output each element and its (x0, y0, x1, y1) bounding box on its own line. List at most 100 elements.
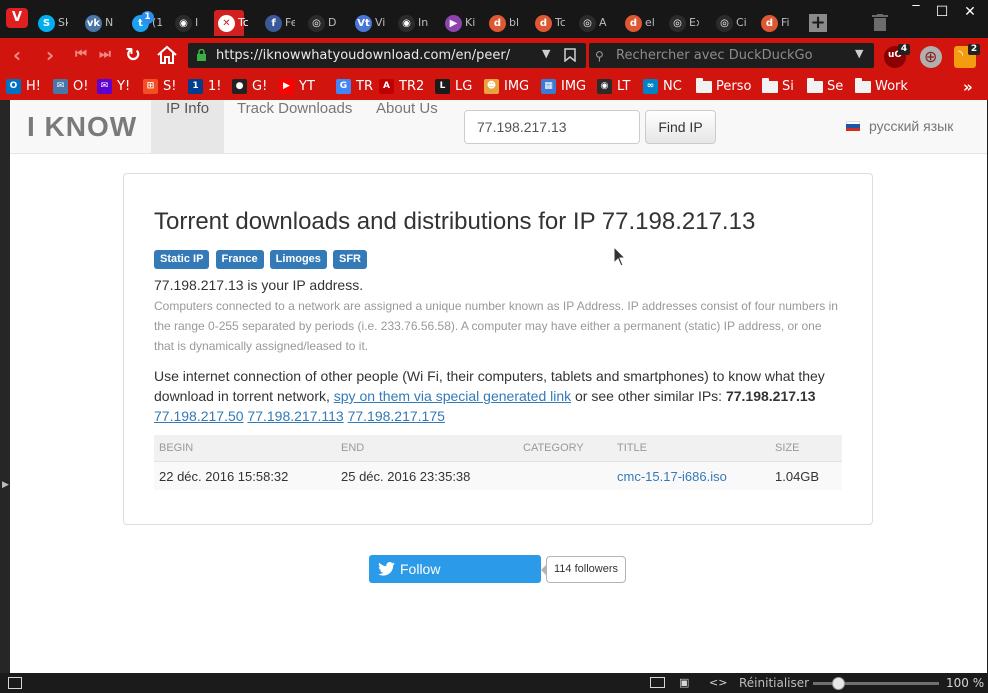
minimize-button[interactable]: ‾ (906, 3, 926, 21)
zoom-slider-handle[interactable] (832, 677, 846, 690)
column-header-end: END (341, 442, 365, 454)
bookmark-label: Y! (117, 79, 131, 94)
translate2-icon: A (379, 79, 394, 94)
downloads-table: BEGIN END CATEGORY TITLE SIZE 22 déc. 20… (154, 435, 842, 490)
browser-tab[interactable]: ◎ Ci (712, 10, 746, 36)
label-ip-type: Static IP (154, 250, 210, 269)
tab-bar: V SSkvkNt(1◉I✕TcfFe◎DVtVi◉In▶KidbldTc◎Ad… (0, 0, 988, 38)
bookmark-label: TR (356, 79, 373, 94)
globe-icon: ◎ (669, 15, 686, 32)
browser-tab[interactable]: ✕ Tc (214, 10, 248, 36)
mail-icon: ✉ (53, 79, 68, 94)
torrent-title-link[interactable]: cmc-15.17-i686.iso (617, 469, 727, 484)
side-panel-toggle[interactable]: ▶ (0, 100, 10, 673)
language-link[interactable]: русский язык (869, 118, 953, 134)
close-window-button[interactable]: ✕ (960, 3, 980, 21)
browser-tab[interactable]: d Fi (757, 10, 790, 36)
image-icon[interactable]: ▣ (679, 676, 689, 689)
search-engine-dropdown-icon[interactable]: ▼ (855, 47, 863, 60)
vivaldi-menu-button[interactable]: V (6, 8, 28, 28)
browser-tab[interactable]: ◎ D (304, 10, 336, 36)
panel-toggle-icon[interactable] (8, 677, 22, 689)
label-isp: SFR (333, 250, 367, 269)
bookmarks-bar: O H! ✉ O! ✉ Y! ⊞ S! 1 1! ● G! ▶ YT G TR A TR2 L LG ☻ IMG ▦ IMG ◉… (0, 73, 988, 100)
page-title: Torrent downloads and distributions for … (154, 208, 756, 235)
similar-ip-link[interactable]: 77.198.217.50 (154, 408, 244, 424)
browser-tab[interactable]: d bl (485, 10, 519, 36)
expand-panel-icon[interactable]: ▶ (2, 480, 9, 490)
search-bar[interactable]: ⚲ Rechercher avec DuckDuckGo ▼ (589, 43, 874, 68)
tab-title: Vi (375, 16, 385, 29)
column-header-size: SIZE (775, 442, 800, 454)
bookmark-icon[interactable] (564, 48, 576, 62)
table-header: BEGIN END CATEGORY TITLE SIZE (154, 435, 842, 462)
twitter-follow-button[interactable]: Follow @iknowtorrents (369, 555, 541, 605)
bookmark-label: S! (163, 79, 177, 94)
ip-search-input[interactable] (464, 110, 640, 144)
browser-tab[interactable]: f Fe (261, 10, 295, 36)
fast-forward-button[interactable]: ⏭ (94, 44, 116, 66)
browser-tab[interactable]: SSk (34, 10, 68, 36)
maximize-button[interactable]: ☐ (932, 3, 952, 21)
table-row: 22 déc. 2016 15:58:32 25 déc. 2016 23:35… (154, 462, 842, 490)
app-icon: ▶ (445, 15, 462, 32)
browser-tab[interactable]: ◎Ex (665, 10, 699, 36)
tab-title: In (418, 16, 428, 29)
similar-ip-link[interactable]: 77.198.217.175 (348, 408, 445, 424)
browser-tab[interactable]: d el (621, 10, 655, 36)
nav-ip-info[interactable]: IP Info (151, 100, 225, 153)
url-dropdown-icon[interactable]: ▼ (542, 47, 550, 60)
url-bar[interactable]: https://iknowwhatyoudownload.com/en/peer… (188, 43, 586, 68)
nav-about-us[interactable]: About Us (361, 100, 453, 153)
reload-button[interactable]: ↻ (122, 44, 144, 66)
browser-tab[interactable]: Vt Vi (351, 10, 385, 36)
ip-info-panel: Torrent downloads and distributions for … (123, 173, 873, 525)
iknow-icon: ✕ (218, 15, 235, 32)
browser-tab[interactable]: ◉ I (171, 10, 201, 36)
rewind-button[interactable]: ⏮ (70, 44, 92, 66)
browser-tab[interactable]: ◉ In (394, 10, 428, 36)
tab-notification-badge: 1 (141, 11, 154, 24)
similar-ip-link[interactable]: 77.198.217.113 (247, 408, 343, 424)
cell-begin: 22 déc. 2016 15:58:32 (159, 469, 289, 484)
bookmark-label: Work (875, 79, 908, 94)
zoom-reset-button[interactable]: Réinitialiser (739, 676, 809, 690)
forward-button[interactable]: › (39, 44, 61, 66)
1und1-icon: 1 (188, 79, 203, 94)
browser-tab[interactable]: ▶ Ki (441, 10, 475, 36)
bookmark-label: NC (663, 79, 682, 94)
url-text: https://iknowwhatyoudownload.com/en/peer… (216, 48, 511, 63)
trash-icon[interactable] (872, 14, 888, 32)
site-brand[interactable]: I KNOW (27, 111, 137, 143)
yahoo-mail-icon: ✉ (97, 79, 112, 94)
ip-labels: Static IP France Limoges SFR (154, 247, 368, 269)
zoom-level: 100 % (946, 676, 985, 690)
bookmark-label: Se (827, 79, 844, 94)
tile-icon[interactable] (650, 677, 665, 688)
browser-tab[interactable]: d Tc (531, 10, 565, 36)
bookmark-label: IMG (504, 79, 530, 94)
find-ip-button[interactable]: Find IP (645, 110, 716, 144)
bookmark-label: O! (73, 79, 89, 94)
new-tab-button[interactable]: + (809, 14, 827, 32)
code-icon[interactable]: <> (709, 676, 727, 689)
globe-icon[interactable]: ⊕ (920, 46, 942, 68)
nav-track-downloads[interactable]: Track Downloads (222, 100, 367, 153)
your-ip-text: 77.198.217.13 is your IP address. (154, 277, 364, 293)
followers-count[interactable]: 114 followers (541, 556, 626, 583)
home-icon[interactable] (156, 44, 178, 66)
nextcloud-icon: ∞ (643, 79, 658, 94)
bookmark-label: IMG (561, 79, 587, 94)
image-icon: ☻ (484, 79, 499, 94)
spy-link[interactable]: spy on them via special generated link (334, 388, 571, 404)
site-navbar: I KNOW IP Info Track Downloads About Us … (10, 100, 987, 154)
globe-icon: ◎ (579, 15, 596, 32)
browser-tab[interactable]: vk N (81, 10, 113, 36)
label-city: Limoges (269, 250, 327, 269)
browser-tab[interactable]: ◎ A (575, 10, 607, 36)
back-button[interactable]: ‹ (6, 44, 28, 66)
tab-title: Tc (238, 16, 248, 29)
globe-icon: ◎ (716, 15, 733, 32)
tab-title: Fi (781, 16, 790, 29)
more-bookmarks-icon[interactable]: » (963, 78, 973, 96)
